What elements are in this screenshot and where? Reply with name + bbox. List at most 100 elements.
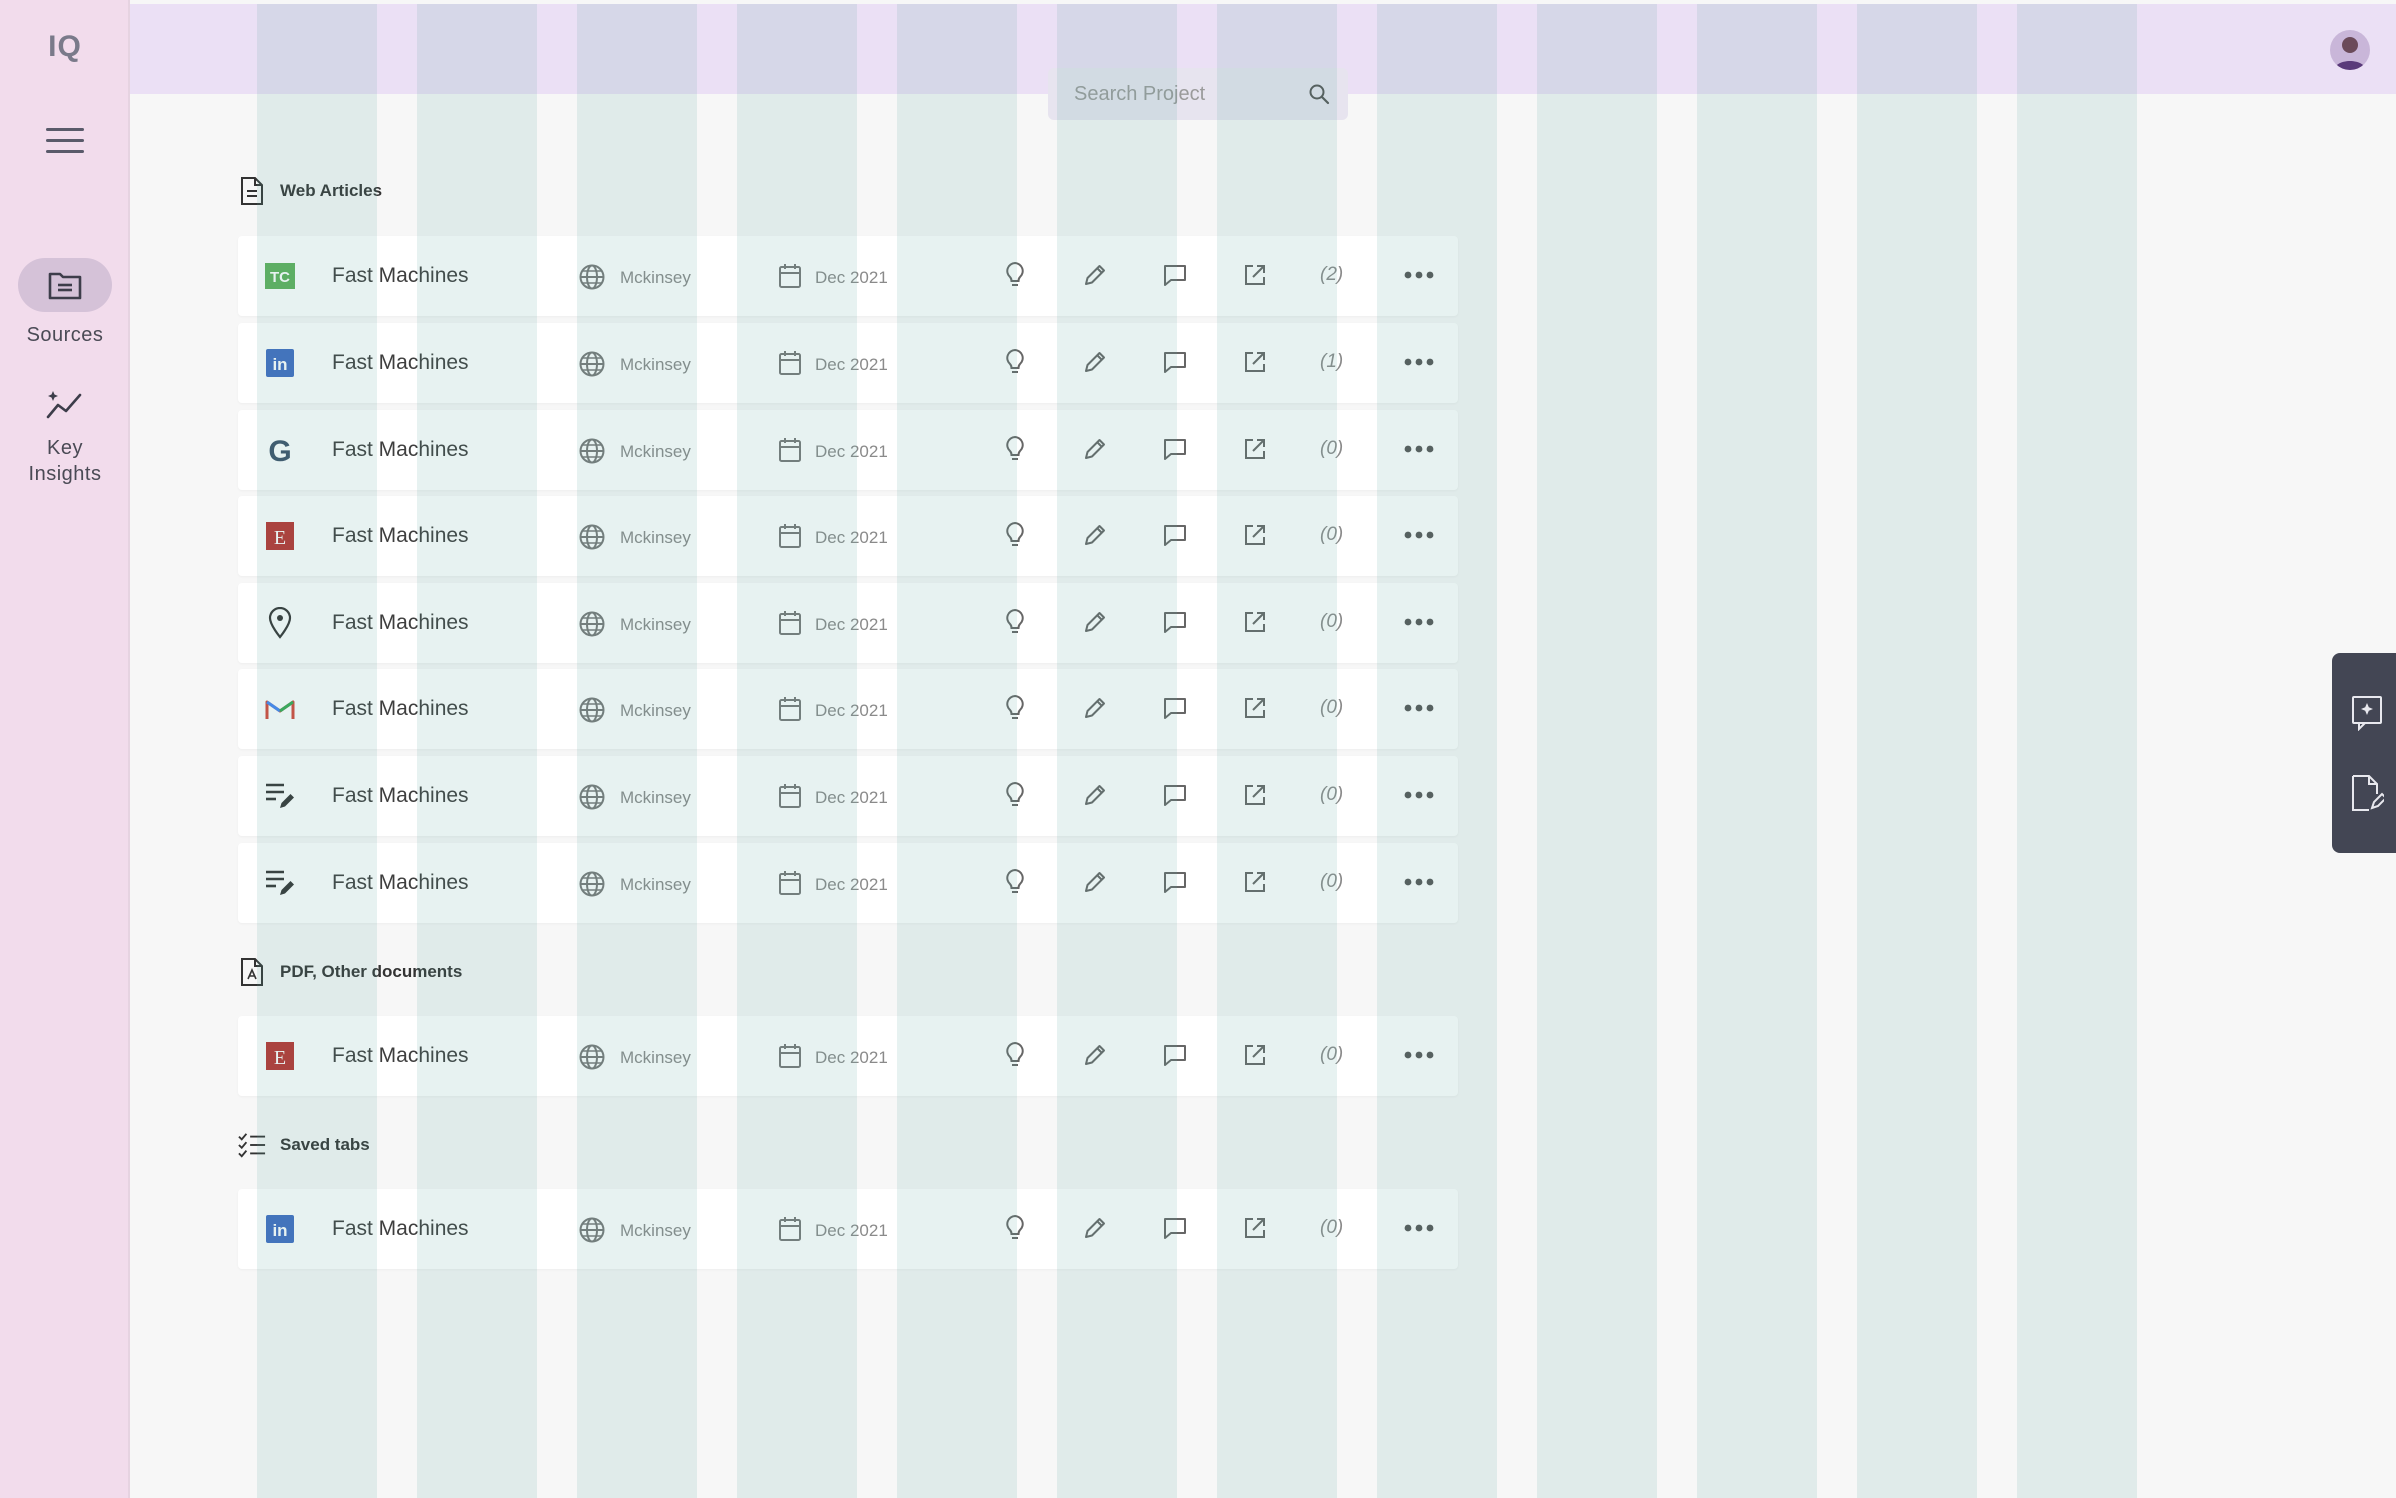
source-title[interactable]: Fast Machines <box>332 784 469 808</box>
nav-item-key-insights[interactable]: Key Insights <box>0 385 130 487</box>
lightbulb-icon[interactable] <box>1000 607 1030 637</box>
lightbulb-icon[interactable] <box>1000 520 1030 550</box>
comment-icon[interactable] <box>1160 607 1190 637</box>
add-insight-icon[interactable] <box>2350 693 2384 733</box>
pencil-icon[interactable] <box>1080 780 1110 810</box>
more-icon[interactable] <box>1402 260 1436 290</box>
calendar-icon <box>778 1043 802 1074</box>
source-title[interactable]: Fast Machines <box>332 1217 469 1241</box>
more-icon[interactable] <box>1402 434 1436 464</box>
globe-icon <box>578 1043 606 1076</box>
calendar-icon <box>778 437 802 468</box>
source-row[interactable]: E Fast Machines Mckinsey Dec 2021 (0) <box>238 1016 1458 1096</box>
app-logo[interactable]: IQ <box>0 0 130 94</box>
open-external-icon[interactable] <box>1240 693 1270 723</box>
open-external-icon[interactable] <box>1240 434 1270 464</box>
date-label: Dec 2021 <box>815 875 888 894</box>
user-avatar[interactable] <box>2330 30 2370 70</box>
open-external-icon[interactable] <box>1240 347 1270 377</box>
pencil-icon[interactable] <box>1080 434 1110 464</box>
pencil-icon[interactable] <box>1080 607 1110 637</box>
svg-text:in: in <box>272 1221 287 1240</box>
pencil-icon[interactable] <box>1080 347 1110 377</box>
calendar-icon <box>778 610 802 641</box>
comment-icon[interactable] <box>1160 434 1190 464</box>
search-bar <box>1048 68 1348 120</box>
search-icon[interactable] <box>1308 83 1330 110</box>
lightbulb-icon[interactable] <box>1000 780 1030 810</box>
open-external-icon[interactable] <box>1240 260 1270 290</box>
gmail-icon <box>264 693 296 725</box>
source-title[interactable]: Fast Machines <box>332 264 469 288</box>
comment-icon[interactable] <box>1160 1040 1190 1070</box>
open-external-icon[interactable] <box>1240 520 1270 550</box>
economist-icon: E <box>264 520 296 552</box>
comment-icon[interactable] <box>1160 347 1190 377</box>
source-title[interactable]: Fast Machines <box>332 438 469 462</box>
source-row[interactable]: Fast Machines Mckinsey Dec 2021 (0) <box>238 669 1458 749</box>
more-icon[interactable] <box>1402 347 1436 377</box>
source-title[interactable]: Fast Machines <box>332 871 469 895</box>
calendar-icon <box>778 783 802 814</box>
publisher-label: Mckinsey <box>620 1221 691 1240</box>
lightbulb-icon[interactable] <box>1000 693 1030 723</box>
open-external-icon[interactable] <box>1240 1040 1270 1070</box>
publisher-label: Mckinsey <box>620 615 691 634</box>
menu-icon[interactable] <box>46 128 84 158</box>
insight-count: (0) <box>1320 697 1344 718</box>
svg-text:E: E <box>274 527 286 549</box>
more-icon[interactable] <box>1402 693 1436 723</box>
edit-document-icon[interactable] <box>2350 773 2384 813</box>
comment-icon[interactable] <box>1160 1213 1190 1243</box>
more-icon[interactable] <box>1402 607 1436 637</box>
lightbulb-icon[interactable] <box>1000 347 1030 377</box>
date-label: Dec 2021 <box>815 528 888 547</box>
pencil-icon[interactable] <box>1080 520 1110 550</box>
more-icon[interactable] <box>1402 867 1436 897</box>
lightbulb-icon[interactable] <box>1000 434 1030 464</box>
pencil-icon[interactable] <box>1080 693 1110 723</box>
svg-text:TC: TC <box>270 269 290 286</box>
open-external-icon[interactable] <box>1240 607 1270 637</box>
globe-icon <box>578 870 606 903</box>
source-title[interactable]: Fast Machines <box>332 1044 469 1068</box>
comment-icon[interactable] <box>1160 520 1190 550</box>
pencil-icon[interactable] <box>1080 260 1110 290</box>
section-header: Saved tabs <box>238 1128 370 1162</box>
more-icon[interactable] <box>1402 1040 1436 1070</box>
more-icon[interactable] <box>1402 520 1436 550</box>
more-icon[interactable] <box>1402 780 1436 810</box>
source-row[interactable]: in Fast Machines Mckinsey Dec 2021 (0) <box>238 1189 1458 1269</box>
source-row[interactable]: Fast Machines Mckinsey Dec 2021 (0) <box>238 843 1458 923</box>
source-title[interactable]: Fast Machines <box>332 697 469 721</box>
source-title[interactable]: Fast Machines <box>332 351 469 375</box>
comment-icon[interactable] <box>1160 867 1190 897</box>
lightbulb-icon[interactable] <box>1000 1040 1030 1070</box>
comment-icon[interactable] <box>1160 260 1190 290</box>
open-external-icon[interactable] <box>1240 780 1270 810</box>
more-icon[interactable] <box>1402 1213 1436 1243</box>
search-input[interactable] <box>1074 82 1304 106</box>
source-row[interactable]: TC Fast Machines Mckinsey Dec 2021 (2) <box>238 236 1458 316</box>
source-row[interactable]: G Fast Machines Mckinsey Dec 2021 (0) <box>238 410 1458 490</box>
source-title[interactable]: Fast Machines <box>332 524 469 548</box>
lightbulb-icon[interactable] <box>1000 1213 1030 1243</box>
open-external-icon[interactable] <box>1240 1213 1270 1243</box>
source-row[interactable]: in Fast Machines Mckinsey Dec 2021 (1) <box>238 323 1458 403</box>
comment-icon[interactable] <box>1160 780 1190 810</box>
source-row[interactable]: E Fast Machines Mckinsey Dec 2021 (0) <box>238 496 1458 576</box>
insight-count: (0) <box>1320 1217 1344 1238</box>
pencil-icon[interactable] <box>1080 1040 1110 1070</box>
pencil-icon[interactable] <box>1080 867 1110 897</box>
insight-count: (1) <box>1320 351 1344 372</box>
globe-icon <box>578 1216 606 1249</box>
source-row[interactable]: Fast Machines Mckinsey Dec 2021 (0) <box>238 583 1458 663</box>
lightbulb-icon[interactable] <box>1000 867 1030 897</box>
source-title[interactable]: Fast Machines <box>332 611 469 635</box>
source-row[interactable]: Fast Machines Mckinsey Dec 2021 (0) <box>238 756 1458 836</box>
nav-item-sources[interactable]: Sources <box>0 255 130 348</box>
open-external-icon[interactable] <box>1240 867 1270 897</box>
pencil-icon[interactable] <box>1080 1213 1110 1243</box>
lightbulb-icon[interactable] <box>1000 260 1030 290</box>
comment-icon[interactable] <box>1160 693 1190 723</box>
